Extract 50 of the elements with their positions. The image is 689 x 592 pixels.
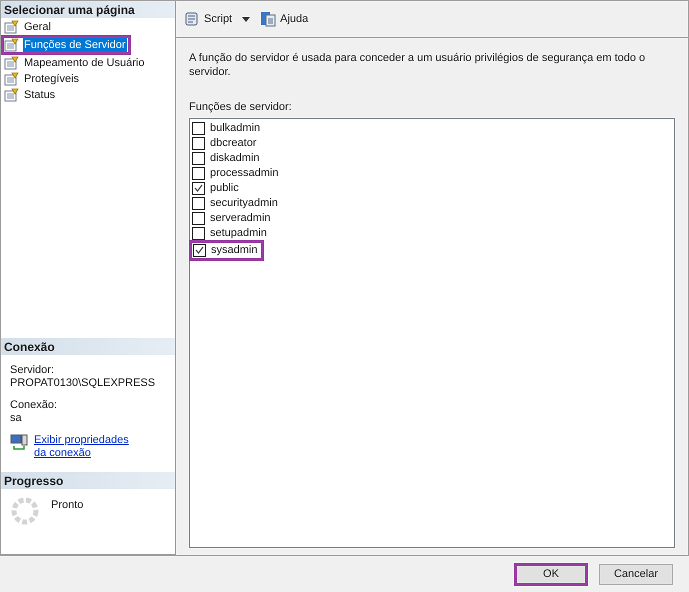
script-button[interactable]: Script [182, 10, 234, 28]
checkbox[interactable] [192, 226, 205, 240]
page-icon [4, 88, 20, 102]
checkbox[interactable] [192, 196, 205, 210]
dialog-button[interactable]: OK [514, 562, 588, 586]
role-label: public [210, 180, 239, 196]
role-label: bulkadmin [210, 120, 260, 136]
description-text: A função do servidor é usada para conceder a um usuário privilégios de segurança em todo o servidor. [189, 51, 646, 79]
checkbox[interactable] [192, 136, 205, 150]
server-label: Servidor: [10, 364, 56, 377]
computer-icon [10, 434, 28, 450]
checkbox[interactable] [192, 182, 205, 194]
role-label: setupadmin [210, 226, 267, 241]
role-label: sysadmin [211, 242, 258, 258]
server-value: PROPAT0130\SQLEXPRESS [10, 377, 156, 390]
sidebar-item[interactable]: Geral [23, 20, 52, 34]
section-title: Progresso [4, 472, 64, 490]
section-title: Selecionar uma página [4, 2, 135, 18]
checkbox[interactable] [193, 244, 206, 256]
sidebar-item[interactable]: Status [23, 88, 56, 102]
page-icon [4, 20, 20, 34]
sidebar-item[interactable]: Funções de Servidor [23, 38, 126, 52]
checkbox[interactable] [192, 166, 205, 180]
scroll-icon [184, 11, 200, 27]
help-button[interactable]: Ajuda [258, 10, 310, 28]
checkbox[interactable] [192, 212, 205, 224]
page-icon [4, 72, 20, 86]
document-icon [260, 11, 276, 27]
page-icon [4, 38, 20, 52]
connection-label: Conexão: [10, 399, 58, 412]
check-icon [194, 184, 203, 192]
sidebar-item[interactable]: Protegíveis [23, 72, 80, 86]
role-label: dbcreator [210, 136, 256, 151]
role-label: securityadmin [210, 196, 278, 211]
roles-label: Funções de servidor: [189, 100, 293, 115]
role-label: processadmin [210, 166, 278, 181]
role-label: serveradmin [210, 210, 271, 226]
check-icon [195, 246, 204, 254]
checkbox[interactable] [192, 122, 205, 134]
connection-properties-link[interactable]: Exibir propriedades da conexão [34, 434, 144, 460]
connection-value: sa [10, 412, 23, 425]
role-label: diskadmin [210, 150, 260, 166]
section-title: Conexão [4, 338, 55, 356]
dropdown-caret-icon[interactable] [242, 16, 250, 22]
sidebar-item[interactable]: Mapeamento de Usuário [23, 56, 146, 70]
dialog-button[interactable]: Cancelar [599, 564, 673, 584]
checkbox[interactable] [192, 152, 205, 164]
progress-status: Pronto [51, 498, 84, 513]
page-icon [4, 56, 20, 70]
spinner-icon [11, 497, 39, 525]
